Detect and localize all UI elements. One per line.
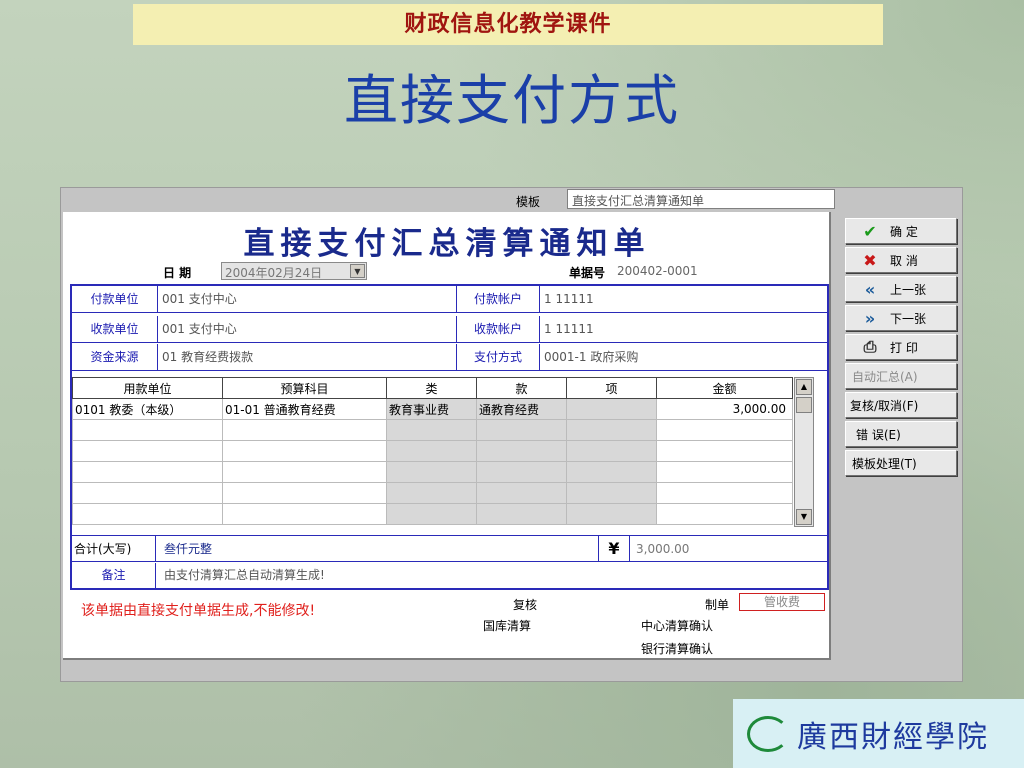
col-header-item[interactable]: 项 xyxy=(566,377,657,399)
pay-method-value[interactable]: 0001-1 政府采购 xyxy=(544,344,638,370)
table-row[interactable] xyxy=(72,419,793,441)
payer-row: 付款单位 001 支付中心 付款帐户 1 11111 xyxy=(72,286,827,313)
auto-sum-button[interactable]: 自动汇总(A) xyxy=(845,363,957,389)
table-row[interactable] xyxy=(72,440,793,462)
remark-row: 备注 由支付清算汇总自动清算生成! xyxy=(72,563,827,588)
table-row[interactable] xyxy=(72,461,793,483)
payee-row: 收款单位 001 支付中心 收款帐户 1 11111 xyxy=(72,316,827,343)
date-label: 日 期 xyxy=(163,266,192,280)
remark-label: 备注 xyxy=(72,563,156,588)
detail-grid: 用款单位 预算科目 类 款 项 金额 0101 教委（本级） 01-01 普通教… xyxy=(72,377,793,527)
print-button[interactable]: ⎙ 打 印 xyxy=(845,334,957,360)
chevron-down-icon[interactable]: ▼ xyxy=(350,264,365,278)
treasury-label: 国库清算 xyxy=(483,619,532,633)
readonly-warning: 该单据由直接支付单据生成,不能修改! xyxy=(81,603,316,619)
payer-value[interactable]: 001 支付中心 xyxy=(162,286,237,312)
total-label: 合计(大写) xyxy=(72,536,156,562)
college-name: 廣西財經學院 xyxy=(797,719,989,755)
payer-acct-value[interactable]: 1 11111 xyxy=(544,286,594,312)
grid-scrollbar[interactable]: ▲ ▼ xyxy=(794,377,814,527)
cell-class[interactable]: 教育事业费 xyxy=(386,398,477,420)
doc-no-value: 200402-0001 xyxy=(617,264,698,278)
col-header-unit[interactable]: 用款单位 xyxy=(72,377,223,399)
voucher-frame: 付款单位 001 支付中心 付款帐户 1 11111 收款单位 001 支付中心… xyxy=(70,284,829,590)
fund-row: 资金来源 01 教育经费拨款 支付方式 0001-1 政府采购 xyxy=(72,344,827,371)
cancel-label: 取 消 xyxy=(890,253,918,268)
scroll-down-icon[interactable]: ▼ xyxy=(796,509,812,525)
table-row[interactable] xyxy=(72,482,793,504)
scroll-thumb[interactable] xyxy=(796,397,812,413)
cell-section[interactable]: 通教育经费 xyxy=(476,398,567,420)
col-header-section[interactable]: 款 xyxy=(476,377,567,399)
cell-unit[interactable]: 0101 教委（本级） xyxy=(72,398,223,420)
template-bar: 模板 直接支付汇总清算通知单 xyxy=(61,188,964,212)
voucher-sheet: 直接支付汇总清算通知单 日 期 2004年02月24日 ▼ 单据号 200402… xyxy=(63,212,831,660)
payee-acct-label: 收款帐户 xyxy=(456,316,540,342)
prev-button[interactable]: « 上一张 xyxy=(845,276,957,302)
review-cancel-button[interactable]: 复核/取消(F) xyxy=(845,392,957,418)
review-label: 复核 xyxy=(513,598,538,612)
pay-method-label: 支付方式 xyxy=(456,344,540,370)
payee-acct-value[interactable]: 1 11111 xyxy=(544,316,594,342)
next-label: 下一张 xyxy=(890,311,927,326)
double-right-icon: » xyxy=(864,308,876,328)
x-icon: ✖ xyxy=(863,250,877,270)
college-logo-icon xyxy=(747,715,789,752)
printer-icon: ⎙ xyxy=(863,337,877,356)
ok-label: 确 定 xyxy=(890,224,918,239)
template-input[interactable]: 直接支付汇总清算通知单 xyxy=(567,189,835,209)
grid-header-row: 用款单位 预算科目 类 款 项 金额 xyxy=(72,377,793,399)
cancel-button[interactable]: ✖ 取 消 xyxy=(845,247,957,273)
col-header-budget[interactable]: 预算科目 xyxy=(222,377,387,399)
yen-icon: ¥ xyxy=(598,536,630,562)
payer-acct-label: 付款帐户 xyxy=(456,286,540,312)
ok-button[interactable]: ✔ 确 定 xyxy=(845,218,957,244)
date-picker[interactable]: 2004年02月24日 ▼ xyxy=(221,262,367,280)
total-words: 叁仟元整 xyxy=(164,542,213,556)
maker-field[interactable]: 管收费 xyxy=(739,593,825,611)
slide-title: 直接支付方式 xyxy=(344,69,680,132)
bank-confirm-label: 银行清算确认 xyxy=(641,642,714,656)
next-button[interactable]: » 下一张 xyxy=(845,305,957,331)
payer-label: 付款单位 xyxy=(72,286,158,312)
table-row[interactable]: 0101 教委（本级） 01-01 普通教育经费 教育事业费 通教育经费 3,0… xyxy=(72,398,793,420)
fund-label: 资金来源 xyxy=(72,344,158,370)
center-confirm-label: 中心清算确认 xyxy=(641,619,714,633)
cell-item[interactable] xyxy=(566,398,657,420)
doc-no-label: 单据号 xyxy=(569,266,606,280)
maker-label: 制单 xyxy=(705,598,730,612)
college-banner: 廣西財經學院 xyxy=(733,699,1024,768)
payee-value[interactable]: 001 支付中心 xyxy=(162,316,237,342)
fund-value[interactable]: 01 教育经费拨款 xyxy=(162,344,253,370)
voucher-title: 直接支付汇总清算通知单 xyxy=(243,226,651,262)
cell-budget[interactable]: 01-01 普通教育经费 xyxy=(222,398,387,420)
table-row[interactable] xyxy=(72,503,793,525)
col-header-class[interactable]: 类 xyxy=(386,377,477,399)
cell-amount[interactable]: 3,000.00 xyxy=(656,398,793,420)
col-header-amount[interactable]: 金额 xyxy=(656,377,793,399)
date-value: 2004年02月24日 xyxy=(225,266,323,280)
error-button[interactable]: 错 误(E) xyxy=(845,421,957,447)
remark-value[interactable]: 由支付清算汇总自动清算生成! xyxy=(164,563,325,588)
double-left-icon: « xyxy=(864,279,876,299)
print-label: 打 印 xyxy=(890,340,918,355)
scroll-up-icon[interactable]: ▲ xyxy=(796,379,812,395)
prev-label: 上一张 xyxy=(890,282,927,297)
course-title: 财政信息化教学课件 xyxy=(133,4,883,45)
app-window: 模板 直接支付汇总清算通知单 直接支付汇总清算通知单 日 期 2004年02月2… xyxy=(60,187,963,682)
template-label: 模板 xyxy=(516,195,541,209)
template-proc-button[interactable]: 模板处理(T) xyxy=(845,450,957,476)
check-icon: ✔ xyxy=(863,221,877,241)
total-row: 合计(大写) 叁仟元整 ¥ 3,000.00 xyxy=(72,535,827,562)
payee-label: 收款单位 xyxy=(72,316,158,342)
total-amount: 3,000.00 xyxy=(636,542,690,556)
